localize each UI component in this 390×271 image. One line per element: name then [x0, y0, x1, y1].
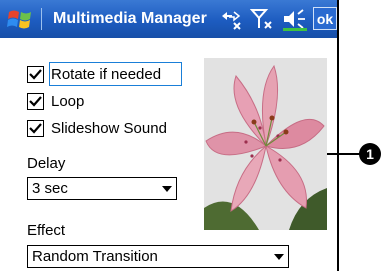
app-title: Multimedia Manager — [53, 10, 207, 27]
callout-line — [327, 153, 360, 155]
signal-icon[interactable] — [250, 6, 274, 32]
delay-value: 3 sec — [32, 180, 68, 197]
rotate-label: Rotate if needed — [51, 65, 162, 83]
chevron-down-icon — [162, 186, 172, 192]
delay-label: Delay — [27, 155, 66, 172]
loop-checkbox-row[interactable]: Loop — [27, 90, 84, 112]
volume-icon[interactable] — [281, 6, 309, 32]
lily-photo — [204, 58, 327, 230]
chevron-down-icon — [274, 254, 284, 260]
delay-dropdown[interactable]: 3 sec — [27, 177, 177, 200]
check-icon — [29, 68, 42, 80]
rotate-checkbox-row[interactable]: Rotate if needed — [27, 63, 161, 85]
callout-number-badge: 1 — [359, 143, 381, 165]
slideshow-sound-checkbox[interactable] — [27, 119, 44, 137]
screen-edge — [337, 0, 339, 271]
slideshow-sound-label: Slideshow Sound — [51, 119, 167, 137]
title-bar: Multimedia Manager ok — [0, 0, 337, 38]
image-preview — [204, 58, 327, 230]
effect-value: Random Transition — [32, 248, 158, 265]
loop-checkbox[interactable] — [27, 92, 44, 110]
ok-button[interactable]: ok — [313, 7, 337, 30]
effect-label: Effect — [27, 222, 66, 239]
effect-dropdown[interactable]: Random Transition — [27, 245, 289, 268]
rotate-checkbox[interactable] — [27, 65, 44, 83]
check-icon — [29, 95, 42, 107]
title-separator — [41, 8, 42, 30]
windows-start-icon[interactable] — [6, 8, 34, 30]
check-icon — [29, 122, 42, 134]
connectivity-icon[interactable] — [218, 6, 244, 32]
loop-label: Loop — [51, 92, 85, 110]
slideshow-sound-checkbox-row[interactable]: Slideshow Sound — [27, 117, 167, 139]
